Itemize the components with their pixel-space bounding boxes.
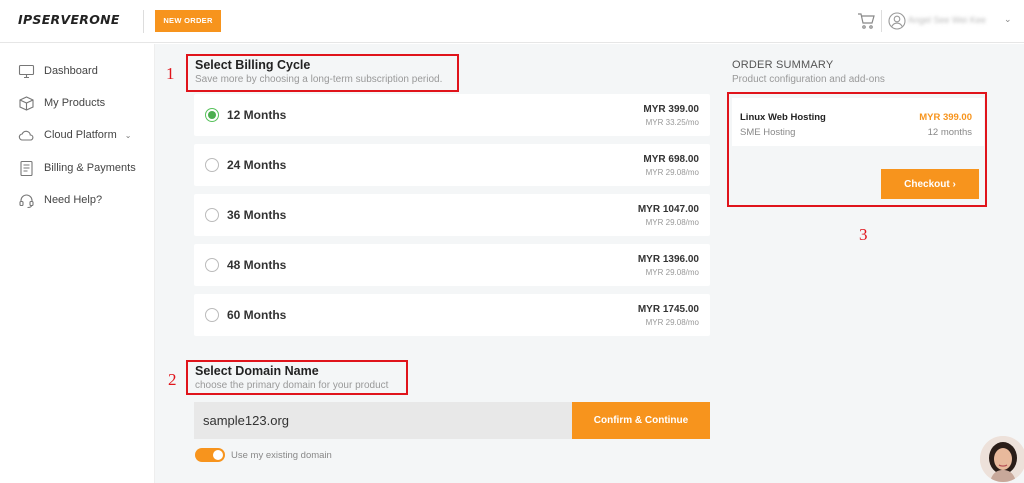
existing-domain-toggle[interactable] [195,448,225,462]
sidebar-item-billing-payments[interactable]: Billing & Payments [18,158,136,178]
sidebar-item-my-products[interactable]: My Products [18,93,105,113]
plan-price: MYR 1047.00 [637,204,699,215]
plan-monthly-price: MYR 29.08/mo [645,318,699,327]
user-name[interactable]: Angel See Wei Kee [908,15,986,25]
chevron-down-icon[interactable]: ⌄ [1004,14,1012,25]
radio-button[interactable] [205,258,219,272]
plan-monthly-price: MYR 33.25/mo [645,118,699,127]
annotation-box [727,92,987,207]
section-title: Select Billing Cycle [195,58,311,72]
sidebar-item-label: My Products [44,97,106,109]
plan-monthly-price: MYR 29.08/mo [645,218,699,227]
plan-price: MYR 399.00 [643,104,699,115]
confirm-continue-button[interactable]: Confirm & Continue [572,402,710,439]
user-avatar-icon[interactable] [888,12,906,30]
radio-button[interactable] [205,308,219,322]
sidebar-item-cloud-platform[interactable]: Cloud Platform ⌄ [18,125,131,145]
radio-button[interactable] [205,208,219,222]
plan-price: MYR 1745.00 [637,304,699,315]
section-subtitle: Save more by choosing a long-term subscr… [195,74,443,85]
invoice-icon [20,160,33,176]
plan-price: MYR 698.00 [643,154,699,165]
toggle-label: Use my existing domain [231,450,332,461]
sidebar-item-label: Cloud Platform [44,129,117,141]
headset-icon [19,194,34,208]
monitor-icon [18,64,35,78]
plan-option-12-months[interactable]: 12 Months MYR 399.00 MYR 33.25/mo [194,94,710,136]
sidebar-item-label: Need Help? [44,194,103,206]
plan-option-24-months[interactable]: 24 Months MYR 698.00 MYR 29.08/mo [194,144,710,186]
person-avatar-icon [980,436,1024,482]
summary-subtitle: Product configuration and add-ons [732,74,885,85]
cloud-icon [18,130,34,141]
new-order-button[interactable]: NEW ORDER [155,10,221,32]
annotation-number: 3 [859,225,868,244]
section-title: Select Domain Name [195,364,319,378]
plan-label: 24 Months [227,158,287,172]
plan-option-60-months[interactable]: 60 Months MYR 1745.00 MYR 29.08/mo [194,294,710,336]
annotation-number: 2 [168,370,177,389]
summary-title: ORDER SUMMARY [732,59,834,71]
cart-icon[interactable] [857,12,875,30]
annotation-number: 1 [166,64,175,83]
plan-monthly-price: MYR 29.08/mo [645,268,699,277]
plan-label: 60 Months [227,308,287,322]
plan-label: 48 Months [227,258,287,272]
radio-button[interactable] [205,158,219,172]
chat-support-avatar[interactable] [980,436,1024,482]
box-icon [19,95,34,111]
domain-input[interactable] [194,402,572,439]
sidebar-item-need-help[interactable]: Need Help? [18,190,102,210]
divider [143,10,144,33]
sidebar-item-label: Dashboard [44,65,98,77]
plan-label: 12 Months [227,108,287,122]
radio-button[interactable] [205,108,219,122]
section-subtitle: choose the primary domain for your produ… [195,380,389,391]
logo[interactable]: IPSERVERONE [18,12,120,27]
plan-price: MYR 1396.00 [637,254,699,265]
sidebar-item-label: Billing & Payments [44,162,136,174]
plan-option-48-months[interactable]: 48 Months MYR 1396.00 MYR 29.08/mo [194,244,710,286]
top-bar: IPSERVERONE NEW ORDER Angel See Wei Kee … [0,0,1024,43]
divider [881,10,882,32]
plan-monthly-price: MYR 29.08/mo [645,168,699,177]
plan-option-36-months[interactable]: 36 Months MYR 1047.00 MYR 29.08/mo [194,194,710,236]
sidebar: Dashboard My Products Cloud Platform ⌄ B… [0,44,155,483]
sidebar-item-dashboard[interactable]: Dashboard [18,61,98,81]
plan-label: 36 Months [227,208,287,222]
chevron-down-icon[interactable]: ⌄ [125,131,132,140]
